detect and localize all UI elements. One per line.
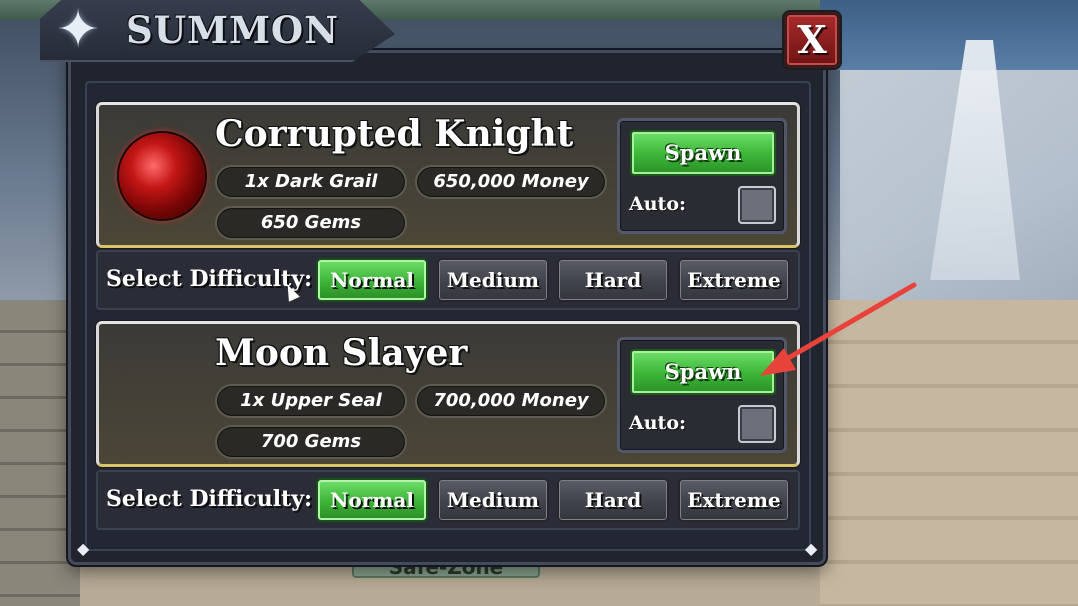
boss-name: Moon Slayer: [215, 332, 468, 374]
requirement-badge: 1x Dark Grail: [215, 165, 407, 199]
difficulty-medium-button[interactable]: Medium: [437, 258, 549, 302]
difficulty-medium-button[interactable]: Medium: [437, 478, 549, 522]
difficulty-normal-button[interactable]: Normal: [316, 478, 428, 522]
sand-floor: [820, 300, 1078, 606]
spawn-box: Spawn Auto:: [617, 118, 787, 234]
difficulty-extreme-button[interactable]: Extreme: [678, 478, 790, 522]
difficulty-hard-button[interactable]: Hard: [557, 258, 669, 302]
gems-cost-badge: 650 Gems: [215, 206, 407, 240]
difficulty-extreme-button[interactable]: Extreme: [678, 258, 790, 302]
money-cost-badge: 700,000 Money: [415, 384, 607, 418]
spawn-button[interactable]: Spawn: [630, 130, 776, 176]
boss-card-corrupted-knight: Corrupted Knight 1x Dark Grail 650,000 M…: [96, 102, 800, 248]
difficulty-hard-button[interactable]: Hard: [557, 478, 669, 522]
close-button[interactable]: X: [784, 12, 840, 68]
boss-name: Corrupted Knight: [215, 113, 574, 155]
diamond-icon: ◆: [77, 539, 90, 558]
diamond-icon: ◆: [805, 539, 818, 558]
difficulty-label: Select Difficulty:: [106, 486, 313, 512]
panel-title: SUMMON: [126, 8, 339, 52]
spawn-box: Spawn Auto:: [617, 337, 787, 453]
blue-roof: [820, 0, 1078, 70]
requirement-badge: 1x Upper Seal: [215, 384, 407, 418]
boss-card-moon-slayer: Moon Slayer 1x Upper Seal 700,000 Money …: [96, 321, 800, 467]
gems-cost-badge: 700 Gems: [215, 425, 407, 459]
four-point-star-icon: ✦: [56, 0, 100, 60]
difficulty-selector: Select Difficulty: Normal Medium Hard Ex…: [96, 250, 800, 310]
auto-label: Auto:: [629, 193, 687, 215]
auto-checkbox[interactable]: [738, 186, 776, 224]
difficulty-selector: Select Difficulty: Normal Medium Hard Ex…: [96, 470, 800, 530]
close-label: X: [797, 17, 827, 62]
red-orb-icon: [119, 133, 205, 219]
difficulty-normal-button[interactable]: Normal: [316, 258, 428, 302]
money-cost-badge: 650,000 Money: [415, 165, 607, 199]
difficulty-label: Select Difficulty:: [106, 266, 313, 292]
auto-label: Auto:: [629, 412, 687, 434]
auto-checkbox[interactable]: [738, 405, 776, 443]
spawn-button[interactable]: Spawn: [630, 349, 776, 395]
